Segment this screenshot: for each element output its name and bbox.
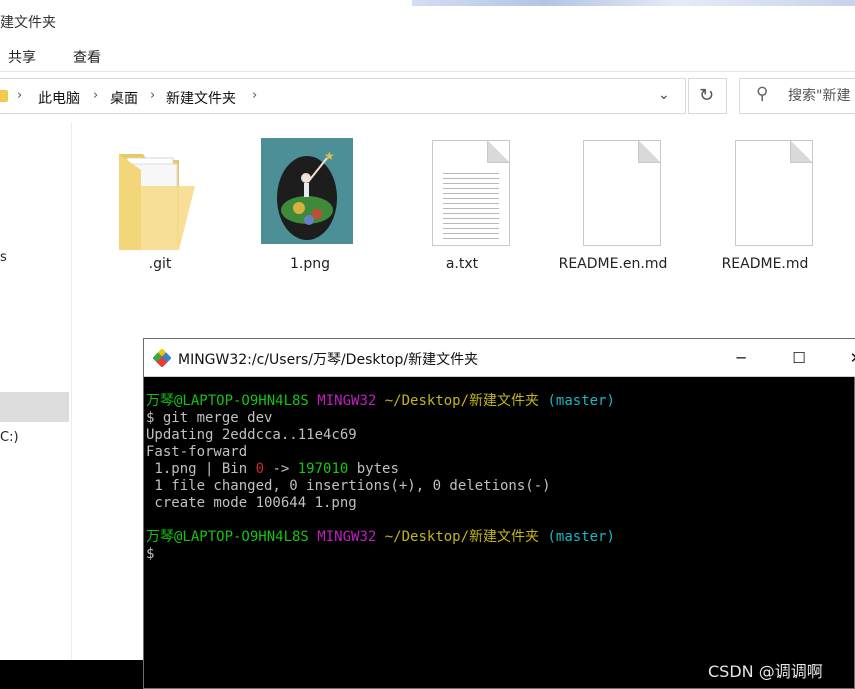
chevron-right-icon[interactable]: › bbox=[17, 88, 22, 103]
explorer-title-bar: 建文件夹 bbox=[0, 0, 855, 40]
folder-icon bbox=[0, 90, 8, 102]
nav-item-selected[interactable] bbox=[0, 392, 69, 422]
breadcrumb-this-pc[interactable]: 此电脑 bbox=[38, 88, 80, 108]
text-file-icon bbox=[432, 140, 510, 246]
refresh-icon: ↻ bbox=[699, 85, 715, 106]
output-stat-old: 0 bbox=[255, 461, 265, 477]
search-input[interactable] bbox=[788, 85, 855, 107]
prompt-path: ~/Desktop/新建文件夹 bbox=[384, 393, 540, 409]
output-updating: Updating 2eddcca..11e4c69 bbox=[146, 427, 357, 443]
output-stat-prefix: 1.png | Bin bbox=[146, 461, 256, 477]
chevron-down-icon[interactable]: ⌄ bbox=[658, 87, 670, 103]
prompt-user: 万琴@LAPTOP-O9HN4L8S bbox=[146, 393, 309, 409]
output-stat-suffix: bytes bbox=[348, 461, 399, 477]
minimize-button[interactable]: ─ bbox=[726, 345, 756, 371]
refresh-button[interactable]: ↻ bbox=[688, 78, 727, 114]
mingw-logo-icon bbox=[153, 349, 171, 367]
maximize-button[interactable]: ☐ bbox=[784, 345, 814, 371]
file-name: .git bbox=[148, 256, 172, 272]
tab-view[interactable]: 查看 bbox=[73, 47, 101, 67]
terminal-title-bar[interactable]: MINGW32:/c/Users/万琴/Desktop/新建文件夹 ─ ☐ ✕ bbox=[144, 339, 855, 377]
nav-item-drive-c[interactable]: C:) bbox=[0, 430, 19, 445]
prompt-user: 万琴@LAPTOP-O9HN4L8S bbox=[146, 529, 309, 545]
chevron-right-icon[interactable]: › bbox=[150, 88, 155, 103]
terminal-output[interactable]: 万琴@LAPTOP-O9HN4L8S MINGW32 ~/Desktop/新建文… bbox=[146, 393, 852, 563]
desktop: 建文件夹 共享 查看 › 此电脑 › 桌面 › 新建文件夹 › ⌄ ↻ ⚲ s … bbox=[0, 0, 855, 689]
terminal-title: MINGW32:/c/Users/万琴/Desktop/新建文件夹 bbox=[178, 352, 479, 368]
navigation-pane: s C:) bbox=[0, 122, 72, 660]
prompt-path: ~/Desktop/新建文件夹 bbox=[384, 529, 540, 545]
file-name: README.en.md bbox=[558, 256, 668, 272]
nav-item-fragment[interactable]: s bbox=[0, 250, 7, 265]
chevron-right-icon[interactable]: › bbox=[93, 88, 98, 103]
terminal-window[interactable]: MINGW32:/c/Users/万琴/Desktop/新建文件夹 ─ ☐ ✕ … bbox=[143, 338, 855, 689]
file-name: a.txt bbox=[445, 256, 479, 272]
close-button[interactable]: ✕ bbox=[841, 345, 855, 371]
output-changed: 1 file changed, 0 insertions(+), 0 delet… bbox=[146, 478, 551, 494]
output-stat-arrow: -> bbox=[264, 461, 298, 477]
image-thumbnail: ★ bbox=[261, 138, 353, 244]
watermark: CSDN @调调啊 bbox=[708, 662, 823, 681]
breadcrumb-desktop[interactable]: 桌面 bbox=[110, 88, 138, 108]
svg-text:★: ★ bbox=[324, 149, 335, 163]
output-stat-new: 197010 bbox=[297, 461, 349, 477]
address-bar[interactable]: › 此电脑 › 桌面 › 新建文件夹 › ⌄ bbox=[0, 78, 686, 114]
taskbar-fragment bbox=[0, 660, 143, 689]
prompt-env: MINGW32 bbox=[317, 393, 377, 409]
document-icon bbox=[735, 140, 813, 246]
ribbon-tabs: 共享 查看 bbox=[0, 40, 855, 72]
prompt-branch: (master) bbox=[547, 529, 615, 545]
prompt-env: MINGW32 bbox=[317, 529, 377, 545]
breadcrumb-new-folder[interactable]: 新建文件夹 bbox=[166, 88, 236, 108]
explorer-title: 建文件夹 bbox=[0, 15, 56, 31]
address-row: › 此电脑 › 桌面 › 新建文件夹 › ⌄ ↻ ⚲ bbox=[0, 72, 855, 122]
search-box[interactable]: ⚲ bbox=[739, 78, 855, 114]
folder-icon bbox=[119, 154, 195, 250]
document-icon bbox=[583, 140, 661, 246]
tab-share[interactable]: 共享 bbox=[8, 47, 36, 67]
prompt-branch: (master) bbox=[547, 393, 615, 409]
file-name: 1.png bbox=[289, 256, 330, 272]
command-line: $ git merge dev bbox=[146, 410, 273, 426]
search-icon: ⚲ bbox=[756, 84, 769, 104]
chevron-right-icon[interactable]: › bbox=[252, 88, 257, 103]
cursor-prompt: $ bbox=[146, 546, 155, 562]
file-name: README.md bbox=[721, 256, 809, 272]
background-window-strip bbox=[412, 0, 855, 6]
output-create: create mode 100644 1.png bbox=[146, 495, 357, 511]
output-fast-forward: Fast-forward bbox=[146, 444, 248, 460]
